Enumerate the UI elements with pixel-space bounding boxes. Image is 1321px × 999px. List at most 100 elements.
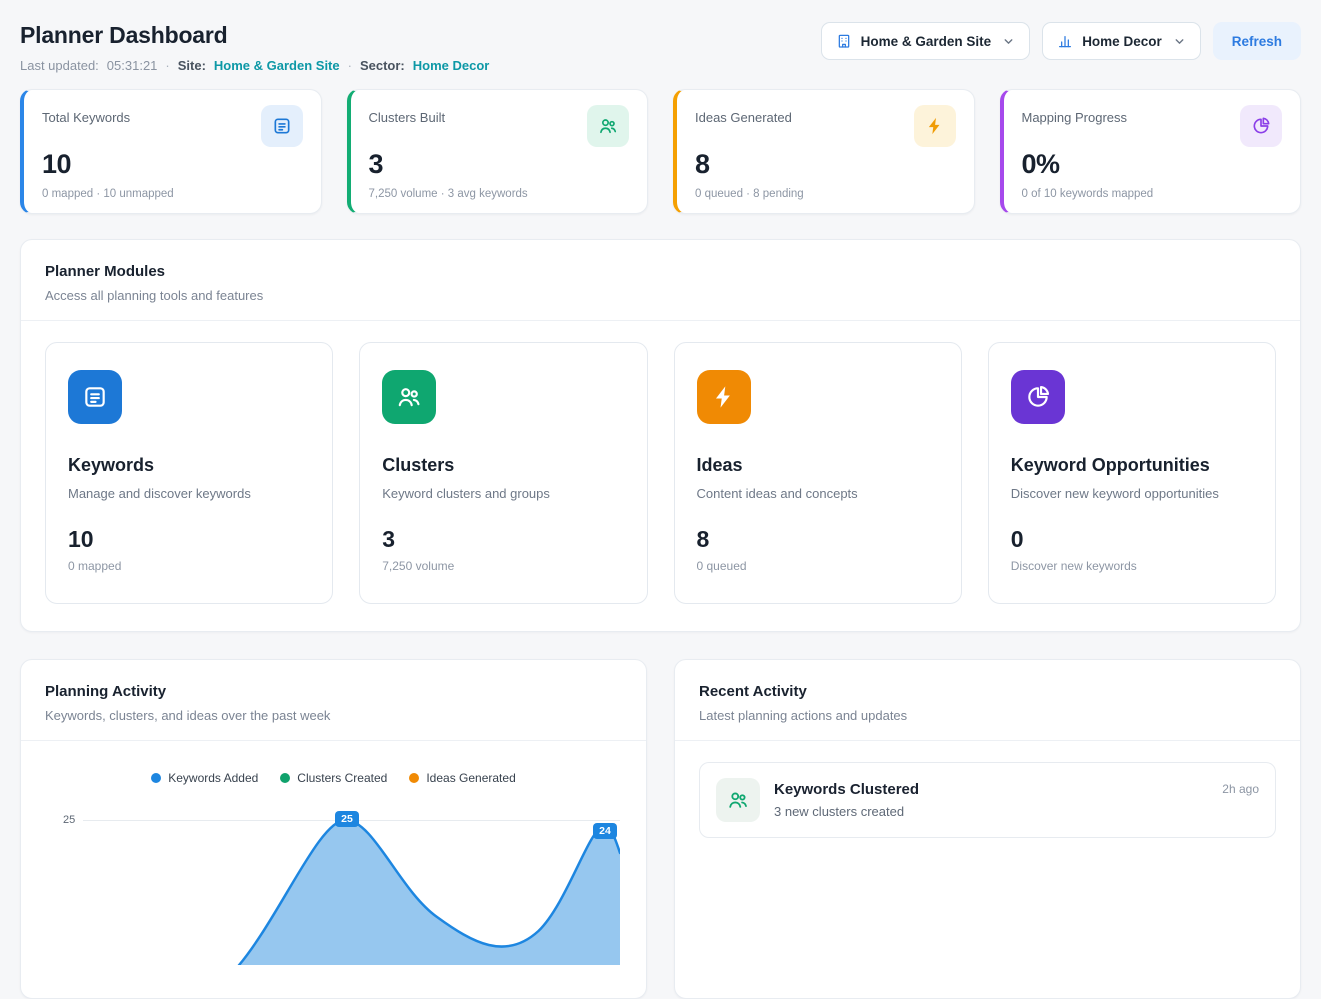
legend-label: Ideas Generated: [426, 771, 515, 785]
stat-value: 0%: [1022, 149, 1283, 180]
module-card-ideas[interactable]: Ideas Content ideas and concepts 8 0 que…: [674, 342, 962, 604]
module-title: Clusters: [382, 455, 624, 476]
stat-subtext: 0 queued · 8 pending: [695, 188, 956, 200]
stat-subtext: 0 of 10 keywords mapped: [1022, 188, 1283, 200]
pie-chart-icon: [1240, 105, 1282, 147]
refresh-button[interactable]: Refresh: [1213, 22, 1301, 60]
bottom-row: Planning Activity Keywords, clusters, an…: [20, 659, 1301, 999]
module-description: Content ideas and concepts: [697, 486, 939, 501]
stat-value: 3: [369, 149, 630, 180]
document-icon: [68, 370, 122, 424]
legend-item-clusters-created: Clusters Created: [280, 771, 387, 785]
y-axis-tick: 25: [63, 814, 75, 826]
header-left: Planner Dashboard Last updated: 05:31:21…: [20, 22, 489, 73]
sector-link[interactable]: Home Decor: [413, 58, 490, 73]
meta-separator: ·: [348, 58, 352, 73]
meta-separator: ·: [165, 58, 169, 73]
panel-subtitle: Keywords, clusters, and ideas over the p…: [45, 708, 622, 723]
modules-grid: Keywords Manage and discover keywords 10…: [21, 321, 1300, 631]
module-subtext: 0 queued: [697, 559, 939, 573]
stat-value: 8: [695, 149, 956, 180]
data-point-label: 25: [335, 811, 359, 827]
page-header: Planner Dashboard Last updated: 05:31:21…: [20, 0, 1301, 73]
legend-label: Clusters Created: [297, 771, 387, 785]
planner-dashboard-page: Planner Dashboard Last updated: 05:31:21…: [0, 0, 1321, 999]
last-updated-label: Last updated:: [20, 58, 99, 73]
legend-item-keywords-added: Keywords Added: [151, 771, 258, 785]
site-label: Site:: [178, 58, 206, 73]
module-card-keyword-opportunities[interactable]: Keyword Opportunities Discover new keywo…: [988, 342, 1276, 604]
users-icon: [382, 370, 436, 424]
module-title: Ideas: [697, 455, 939, 476]
module-card-clusters[interactable]: Clusters Keyword clusters and groups 3 7…: [359, 342, 647, 604]
pie-chart-icon: [1011, 370, 1065, 424]
panel-title: Recent Activity: [699, 683, 1276, 700]
stat-label: Clusters Built: [369, 105, 446, 125]
header-controls: Home & Garden Site Home Decor Refresh: [821, 22, 1301, 60]
data-point-label: 24: [593, 823, 617, 839]
module-description: Manage and discover keywords: [68, 486, 310, 501]
panel-subtitle: Latest planning actions and updates: [699, 708, 1276, 723]
activity-description: 3 new clusters created: [774, 804, 1208, 819]
legend-dot-icon: [151, 773, 161, 783]
stat-label: Mapping Progress: [1022, 105, 1128, 125]
stats-row: Total Keywords 10 0 mapped · 10 unmapped…: [20, 89, 1301, 214]
module-title: Keyword Opportunities: [1011, 455, 1253, 476]
module-title: Keywords: [68, 455, 310, 476]
stat-subtext: 0 mapped · 10 unmapped: [42, 188, 303, 200]
module-value: 8: [697, 526, 939, 553]
legend-dot-icon: [280, 773, 290, 783]
site-link[interactable]: Home & Garden Site: [214, 58, 340, 73]
panel-header: Planning Activity Keywords, clusters, an…: [21, 660, 646, 740]
sector-select-value: Home Decor: [1082, 34, 1162, 49]
activity-item-body: Keywords Clustered 3 new clusters create…: [774, 778, 1208, 819]
legend-dot-icon: [409, 773, 419, 783]
planning-activity-panel: Planning Activity Keywords, clusters, an…: [20, 659, 647, 999]
activity-list: Keywords Clustered 3 new clusters create…: [675, 741, 1300, 859]
site-select-value: Home & Garden Site: [861, 34, 992, 49]
module-value: 0: [1011, 526, 1253, 553]
users-icon: [716, 778, 760, 822]
legend-item-ideas-generated: Ideas Generated: [409, 771, 515, 785]
chevron-down-icon: [1173, 35, 1186, 48]
activity-title: Keywords Clustered: [774, 781, 1208, 798]
activity-timestamp: 2h ago: [1222, 782, 1259, 796]
sector-select[interactable]: Home Decor: [1042, 22, 1201, 60]
module-value: 10: [68, 526, 310, 553]
area-chart: 25 25 24: [45, 805, 622, 965]
legend-label: Keywords Added: [168, 771, 258, 785]
stat-subtext: 7,250 volume · 3 avg keywords: [369, 188, 630, 200]
stat-card-ideas-generated: Ideas Generated 8 0 queued · 8 pending: [673, 89, 975, 214]
module-value: 3: [382, 526, 624, 553]
stat-card-mapping-progress: Mapping Progress 0% 0 of 10 keywords map…: [1000, 89, 1302, 214]
bolt-icon: [914, 105, 956, 147]
activity-chart: Keywords Added Clusters Created Ideas Ge…: [21, 741, 646, 965]
chevron-down-icon: [1002, 35, 1015, 48]
module-description: Discover new keyword opportunities: [1011, 486, 1253, 501]
list-item-keywords-clustered: Keywords Clustered 3 new clusters create…: [699, 762, 1276, 838]
panel-title: Planning Activity: [45, 683, 622, 700]
module-subtext: Discover new keywords: [1011, 559, 1253, 573]
module-description: Keyword clusters and groups: [382, 486, 624, 501]
header-meta: Last updated: 05:31:21 · Site: Home & Ga…: [20, 58, 489, 73]
building-icon: [836, 33, 852, 49]
bar-chart-icon: [1057, 33, 1073, 49]
page-title: Planner Dashboard: [20, 22, 489, 49]
document-icon: [261, 105, 303, 147]
stat-label: Ideas Generated: [695, 105, 792, 125]
panel-title: Planner Modules: [45, 263, 1276, 280]
panel-header: Recent Activity Latest planning actions …: [675, 660, 1300, 740]
last-updated-value: 05:31:21: [107, 58, 158, 73]
module-card-keywords[interactable]: Keywords Manage and discover keywords 10…: [45, 342, 333, 604]
module-subtext: 0 mapped: [68, 559, 310, 573]
panel-subtitle: Access all planning tools and features: [45, 288, 1276, 303]
site-select[interactable]: Home & Garden Site: [821, 22, 1031, 60]
stat-card-clusters-built: Clusters Built 3 7,250 volume · 3 avg ke…: [347, 89, 649, 214]
recent-activity-panel: Recent Activity Latest planning actions …: [674, 659, 1301, 999]
stat-label: Total Keywords: [42, 105, 130, 125]
chart-legend: Keywords Added Clusters Created Ideas Ge…: [45, 771, 622, 785]
planner-modules-panel: Planner Modules Access all planning tool…: [20, 239, 1301, 632]
bolt-icon: [697, 370, 751, 424]
module-subtext: 7,250 volume: [382, 559, 624, 573]
sector-label: Sector:: [360, 58, 405, 73]
